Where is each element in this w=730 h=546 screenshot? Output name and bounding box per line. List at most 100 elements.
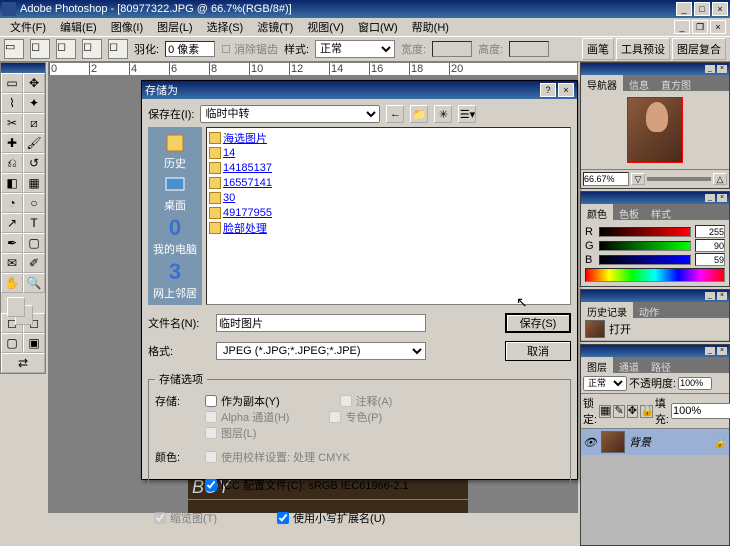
- tab-layers[interactable]: 图层: [581, 357, 613, 373]
- tab-info[interactable]: 信息: [623, 75, 655, 91]
- intersect-selection-icon[interactable]: ◻: [108, 39, 128, 59]
- tab-history[interactable]: 历史记录: [581, 302, 633, 318]
- b-slider[interactable]: [599, 255, 691, 265]
- color-swatches[interactable]: [1, 293, 45, 313]
- maximize-button[interactable]: □: [694, 2, 710, 16]
- brush-button[interactable]: 画笔: [582, 38, 614, 60]
- slice-tool[interactable]: ⧄: [23, 113, 45, 133]
- lock-pixel-icon[interactable]: ✎: [613, 405, 624, 418]
- panel-close-icon[interactable]: ×: [717, 194, 727, 202]
- jump-button[interactable]: ⇄: [1, 353, 45, 373]
- panel-min-icon[interactable]: _: [705, 194, 715, 202]
- navigator-thumbnail[interactable]: [627, 97, 683, 163]
- panel-close-icon[interactable]: ×: [717, 65, 727, 73]
- close-button[interactable]: ×: [712, 2, 728, 16]
- doc-restore-button[interactable]: ❐: [692, 20, 708, 34]
- menu-view[interactable]: 视图(V): [301, 17, 350, 37]
- tab-styles[interactable]: 样式: [645, 204, 677, 220]
- place-desktop[interactable]: 桌面: [163, 173, 187, 213]
- notes-tool[interactable]: ✉: [1, 253, 23, 273]
- panel-min-icon[interactable]: _: [705, 292, 715, 300]
- tool-icon[interactable]: ▭: [4, 39, 24, 59]
- dodge-tool[interactable]: ○: [23, 193, 45, 213]
- sub-selection-icon[interactable]: ◻: [82, 39, 102, 59]
- doc-minimize-button[interactable]: _: [674, 20, 690, 34]
- tab-color[interactable]: 颜色: [581, 204, 613, 220]
- tab-swatches[interactable]: 色板: [613, 204, 645, 220]
- menu-select[interactable]: 选择(S): [201, 17, 250, 37]
- panel-min-icon[interactable]: _: [705, 65, 715, 73]
- layer-background[interactable]: 👁 背景 🔒: [581, 429, 729, 455]
- zoom-slider[interactable]: [647, 177, 711, 181]
- type-tool[interactable]: T: [23, 213, 45, 233]
- visibility-icon[interactable]: 👁: [583, 436, 597, 449]
- style-select[interactable]: 正常: [315, 40, 395, 58]
- blend-mode-select[interactable]: 正常: [583, 376, 627, 391]
- dialog-close-button[interactable]: ×: [558, 83, 574, 97]
- marquee-tool[interactable]: ▭: [1, 73, 23, 93]
- shape-tool[interactable]: ▢: [23, 233, 45, 253]
- menu-window[interactable]: 窗口(W): [352, 17, 404, 37]
- minimize-button[interactable]: _: [676, 2, 692, 16]
- panel-close-icon[interactable]: ×: [717, 292, 727, 300]
- tab-channels[interactable]: 通道: [613, 357, 645, 373]
- toolpreset-button[interactable]: 工具预设: [616, 38, 670, 60]
- zoom-input[interactable]: [583, 172, 629, 186]
- format-select[interactable]: JPEG (*.JPG;*.JPEG;*.JPE): [216, 342, 426, 360]
- cancel-button[interactable]: 取消: [505, 341, 571, 361]
- layercomp-button[interactable]: 图层复合: [672, 38, 726, 60]
- lcext-check[interactable]: 使用小写扩展名(U): [277, 510, 385, 526]
- zoom-tool[interactable]: 🔍: [23, 273, 45, 293]
- tab-histogram[interactable]: 直方图: [655, 75, 697, 91]
- lock-pos-icon[interactable]: ✥: [627, 405, 638, 418]
- eyedropper-tool[interactable]: ✐: [23, 253, 45, 273]
- b-input[interactable]: [695, 253, 725, 266]
- g-input[interactable]: [695, 239, 725, 252]
- save-button[interactable]: 保存(S): [505, 313, 571, 333]
- place-mycomputer[interactable]: 0我的电脑: [153, 215, 197, 257]
- r-input[interactable]: [695, 225, 725, 238]
- back-icon[interactable]: ←: [386, 105, 404, 123]
- filename-input[interactable]: [216, 314, 426, 332]
- g-slider[interactable]: [599, 241, 691, 251]
- screen-std[interactable]: ▢: [1, 333, 23, 353]
- newfolder-icon[interactable]: ✳: [434, 105, 452, 123]
- path-tool[interactable]: ↗: [1, 213, 23, 233]
- tab-paths[interactable]: 路径: [645, 357, 677, 373]
- new-selection-icon[interactable]: ◻: [30, 39, 50, 59]
- zoom-in-icon[interactable]: △: [713, 173, 727, 185]
- lock-all-icon[interactable]: 🔒: [640, 405, 653, 418]
- zoom-out-icon[interactable]: ▽: [631, 173, 645, 185]
- savein-select[interactable]: 临时中转: [200, 105, 380, 123]
- gradient-tool[interactable]: ▦: [23, 173, 45, 193]
- menu-filter[interactable]: 滤镜(T): [251, 17, 299, 37]
- doc-close-button[interactable]: ×: [710, 20, 726, 34]
- panel-close-icon[interactable]: ×: [717, 347, 727, 355]
- menu-file[interactable]: 文件(F): [4, 17, 52, 37]
- dialog-help-button[interactable]: ?: [540, 83, 556, 97]
- menu-layer[interactable]: 图层(L): [151, 17, 198, 37]
- up-icon[interactable]: 📁: [410, 105, 428, 123]
- add-selection-icon[interactable]: ◻: [56, 39, 76, 59]
- place-history[interactable]: 历史: [163, 131, 187, 171]
- ascopy-check[interactable]: 作为副本(Y): [205, 393, 280, 409]
- eraser-tool[interactable]: ◧: [1, 173, 23, 193]
- menu-image[interactable]: 图像(I): [105, 17, 149, 37]
- panel-min-icon[interactable]: _: [705, 347, 715, 355]
- file-list[interactable]: 海选图片 14 14185137 16557141 30 49177955 脸部…: [206, 127, 571, 305]
- toolbox-header[interactable]: [1, 63, 45, 73]
- brush-tool[interactable]: 🖌: [23, 133, 45, 153]
- wand-tool[interactable]: ✦: [23, 93, 45, 113]
- lock-trans-icon[interactable]: ▦: [599, 405, 611, 418]
- r-slider[interactable]: [599, 227, 691, 237]
- fill-input[interactable]: [671, 403, 730, 419]
- pen-tool[interactable]: ✒: [1, 233, 23, 253]
- stamp-tool[interactable]: ⎌: [1, 153, 23, 173]
- tab-actions[interactable]: 动作: [633, 302, 665, 318]
- blur-tool[interactable]: ◔: [1, 193, 23, 213]
- history-brush-tool[interactable]: ↺: [23, 153, 45, 173]
- history-item[interactable]: 打开: [581, 318, 729, 341]
- tab-navigator[interactable]: 导航器: [581, 75, 623, 91]
- icc-check[interactable]: ICC 配置文件(C): sRGB IEC61966-2.1: [205, 477, 564, 493]
- lasso-tool[interactable]: ⌇: [1, 93, 23, 113]
